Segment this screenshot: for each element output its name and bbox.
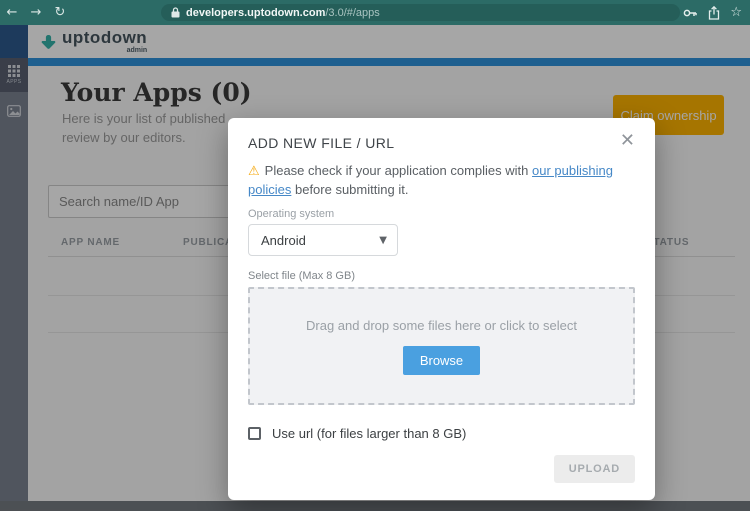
reload-icon[interactable]: ↻ xyxy=(48,0,72,25)
modal-title: ADD NEW FILE / URL xyxy=(248,132,394,151)
share-icon[interactable] xyxy=(708,6,720,20)
close-icon[interactable]: ✕ xyxy=(620,132,635,150)
address-bar[interactable]: developers.uptodown.com/3.0/#/apps xyxy=(161,4,680,21)
forward-icon[interactable]: → xyxy=(24,0,48,25)
modal-footer: UPLOAD xyxy=(248,455,635,483)
use-url-row: Use url (for files larger than 8 GB) xyxy=(248,426,635,441)
browser-toolbar: ← → ↻ developers.uptodown.com/3.0/#/apps… xyxy=(0,0,750,25)
warning-text-pre: Please check if your application complie… xyxy=(265,163,529,178)
password-key-icon[interactable] xyxy=(683,8,698,18)
warning-triangle-icon: ⚠ xyxy=(248,164,260,179)
url-domain: developers.uptodown.com xyxy=(186,7,325,19)
operating-system-value: Android xyxy=(261,233,306,248)
lock-icon xyxy=(171,7,180,18)
bookmark-star-icon[interactable]: ☆ xyxy=(730,5,742,20)
publishing-policy-warning: ⚠ Please check if your application compli… xyxy=(248,162,635,199)
browser-actions: ☆ xyxy=(683,0,742,25)
warning-text-post: before submitting it. xyxy=(295,182,408,197)
modal-header: ADD NEW FILE / URL ✕ xyxy=(248,132,635,151)
browse-button[interactable]: Browse xyxy=(403,346,480,375)
url-path: /3.0/#/apps xyxy=(325,7,379,19)
upload-button[interactable]: UPLOAD xyxy=(554,455,635,483)
use-url-checkbox[interactable] xyxy=(248,427,261,440)
file-dropzone[interactable]: Drag and drop some files here or click t… xyxy=(248,287,635,405)
dropzone-hint-text: Drag and drop some files here or click t… xyxy=(306,318,577,333)
select-file-label: Select file (Max 8 GB) xyxy=(248,270,635,282)
use-url-label: Use url (for files larger than 8 GB) xyxy=(272,426,466,441)
back-icon[interactable]: ← xyxy=(0,0,24,25)
url-text: developers.uptodown.com/3.0/#/apps xyxy=(186,7,380,19)
operating-system-select[interactable]: Android ▼ xyxy=(248,224,398,256)
chevron-down-icon: ▼ xyxy=(379,235,387,246)
add-file-modal: ADD NEW FILE / URL ✕ ⚠ Please check if yo… xyxy=(228,118,655,500)
operating-system-label: Operating system xyxy=(248,208,635,220)
